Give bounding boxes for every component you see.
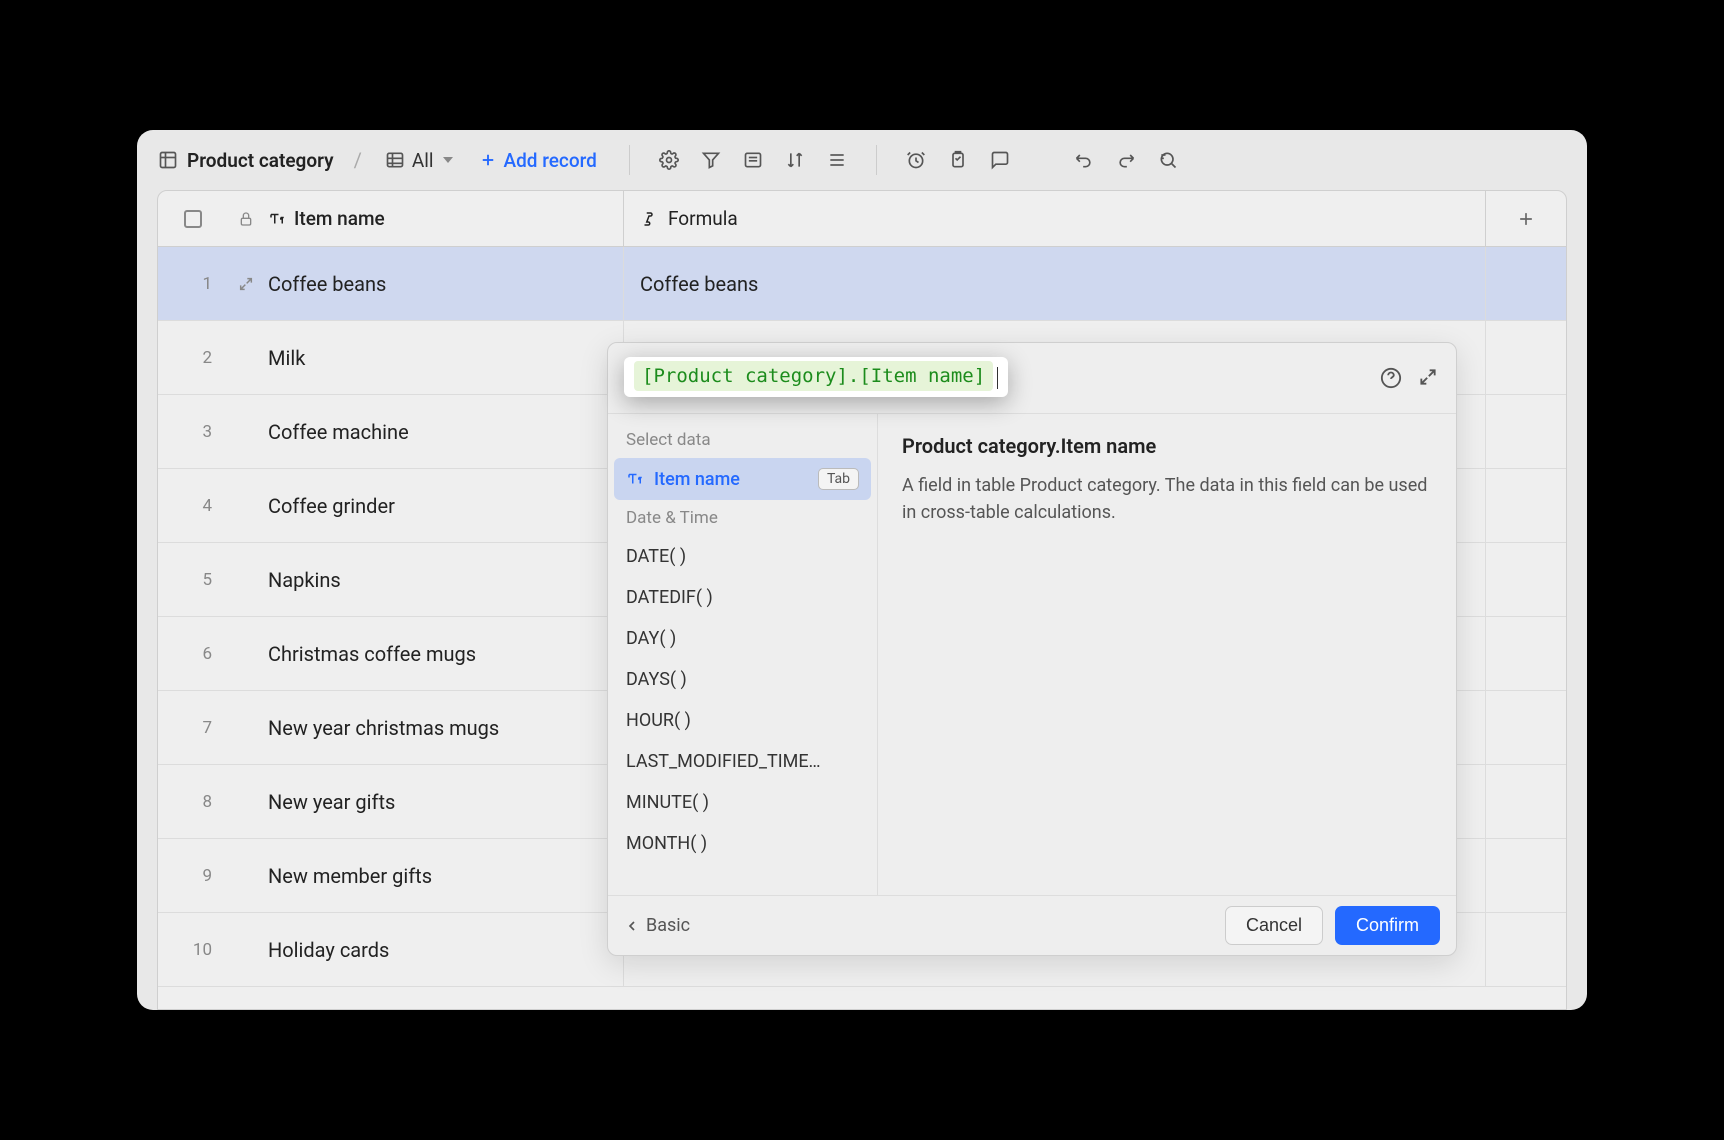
- suggestion-item[interactable]: HOUR( ): [608, 700, 877, 741]
- suggestion-item[interactable]: MINUTE( ): [608, 782, 877, 823]
- group-button[interactable]: [736, 143, 770, 177]
- cell-item-name[interactable]: Milk: [264, 321, 624, 394]
- cell-item-name[interactable]: New year christmas mugs: [264, 691, 624, 764]
- text-cursor: [997, 367, 998, 389]
- formula-text-wrap: [Product category].[Item name]: [624, 357, 1008, 397]
- cell-item-name[interactable]: New member gifts: [264, 839, 624, 912]
- row-index: 4: [158, 496, 228, 516]
- add-column-button[interactable]: [1486, 191, 1566, 246]
- row-height-button[interactable]: [820, 143, 854, 177]
- column-item-name[interactable]: Item name: [264, 191, 624, 246]
- row-index: 3: [158, 422, 228, 442]
- suggestion-group-header: Date & Time: [608, 500, 877, 536]
- suggestion-item-label: DATEDIF( ): [626, 587, 859, 608]
- formula-input-area[interactable]: [Product category].[Item name]: [608, 343, 1456, 413]
- suggestion-item-label: DAYS( ): [626, 669, 859, 690]
- suggestion-item-label: HOUR( ): [626, 710, 859, 731]
- row-index: 8: [158, 792, 228, 812]
- expand-icon[interactable]: [1418, 367, 1438, 389]
- popover-body: Select data Item name Tab Date & Time DATE( …: [608, 413, 1456, 895]
- column-header-label: Formula: [668, 207, 738, 230]
- suggestion-item[interactable]: DATEDIF( ): [608, 577, 877, 618]
- suggestion-item-label: Item name: [654, 469, 808, 490]
- expand-row-icon[interactable]: [228, 276, 264, 292]
- add-record-button[interactable]: Add record: [469, 145, 606, 176]
- table-title[interactable]: Product category: [187, 149, 334, 172]
- suggestion-item-label: DAY( ): [626, 628, 859, 649]
- cell-item-name[interactable]: Coffee beans: [264, 247, 624, 320]
- cell-formula[interactable]: Coffee beans: [624, 247, 1486, 320]
- cell-item-name[interactable]: Christmas coffee mugs: [264, 617, 624, 690]
- breadcrumb-separator: /: [354, 148, 362, 172]
- suggestion-item[interactable]: DATE( ): [608, 536, 877, 577]
- grid-header: Item name Formula: [158, 191, 1566, 247]
- suggestion-item[interactable]: Item name Tab: [614, 458, 871, 500]
- redo-button[interactable]: [1109, 143, 1143, 177]
- toolbar-divider: [876, 145, 877, 175]
- lock-icon: [228, 191, 264, 246]
- cell-item-name[interactable]: New year gifts: [264, 765, 624, 838]
- suggestion-item[interactable]: MONTH( ): [608, 823, 877, 864]
- filter-button[interactable]: [694, 143, 728, 177]
- table-row[interactable]: 1 Coffee beansCoffee beans: [158, 247, 1566, 321]
- suggestion-item-label: MONTH( ): [626, 833, 859, 854]
- suggestion-item[interactable]: DAYS( ): [608, 659, 877, 700]
- help-icon[interactable]: [1380, 367, 1402, 389]
- select-all-checkbox[interactable]: [158, 191, 228, 246]
- row-index: 1: [158, 274, 228, 294]
- toolbar-divider: [629, 145, 630, 175]
- formula-token: [Product category].[Item name]: [634, 361, 993, 391]
- comment-button[interactable]: [983, 143, 1017, 177]
- text-field-icon: [268, 210, 286, 228]
- sort-button[interactable]: [778, 143, 812, 177]
- suggestion-item-label: MINUTE( ): [626, 792, 859, 813]
- row-index: 5: [158, 570, 228, 590]
- suggestion-detail: Product category.Item name A field in ta…: [878, 414, 1456, 895]
- tab-hint: Tab: [818, 468, 859, 490]
- cell-item-name[interactable]: Coffee grinder: [264, 469, 624, 542]
- table-icon: [157, 149, 179, 171]
- row-index: 7: [158, 718, 228, 738]
- settings-button[interactable]: [652, 143, 686, 177]
- cancel-button[interactable]: Cancel: [1225, 906, 1323, 945]
- suggestion-item[interactable]: DAY( ): [608, 618, 877, 659]
- view-selector[interactable]: All: [376, 145, 462, 176]
- cell-item-name[interactable]: Coffee machine: [264, 395, 624, 468]
- clipboard-button[interactable]: [941, 143, 975, 177]
- formula-editor-popover: [Product category].[Item name] Select da…: [607, 342, 1457, 956]
- toolbar: Product category / All Add record: [137, 130, 1587, 190]
- suggestion-item[interactable]: LAST_MODIFIED_TIME…: [608, 741, 877, 782]
- suggestion-item-label: DATE( ): [626, 546, 859, 567]
- popover-footer: Basic Cancel Confirm: [608, 895, 1456, 955]
- text-field-icon: [626, 470, 644, 488]
- app-window: Product category / All Add record: [137, 130, 1587, 1010]
- row-index: 10: [158, 940, 228, 960]
- view-label: All: [412, 149, 434, 172]
- cell-item-name[interactable]: Napkins: [264, 543, 624, 616]
- search-button[interactable]: [1151, 143, 1185, 177]
- grid-view-icon: [384, 149, 406, 171]
- suggestion-group-header: Select data: [608, 422, 877, 458]
- suggestion-list[interactable]: Select data Item name Tab Date & Time DATE( …: [608, 414, 878, 895]
- row-index: 2: [158, 348, 228, 368]
- reminder-button[interactable]: [899, 143, 933, 177]
- detail-description: A field in table Product category. The d…: [902, 472, 1432, 526]
- column-header-label: Item name: [294, 207, 385, 230]
- add-record-label: Add record: [503, 149, 596, 172]
- suggestion-item-label: LAST_MODIFIED_TIME…: [626, 751, 859, 772]
- detail-title: Product category.Item name: [902, 434, 1432, 458]
- row-index: 6: [158, 644, 228, 664]
- chevron-down-icon: [443, 157, 453, 163]
- undo-button[interactable]: [1067, 143, 1101, 177]
- row-index: 9: [158, 866, 228, 886]
- column-formula[interactable]: Formula: [624, 191, 1486, 246]
- formula-icon: [640, 210, 658, 228]
- confirm-button[interactable]: Confirm: [1335, 906, 1440, 945]
- cell-item-name[interactable]: Holiday cards: [264, 913, 624, 986]
- back-label: Basic: [646, 915, 690, 936]
- back-link[interactable]: Basic: [624, 915, 690, 936]
